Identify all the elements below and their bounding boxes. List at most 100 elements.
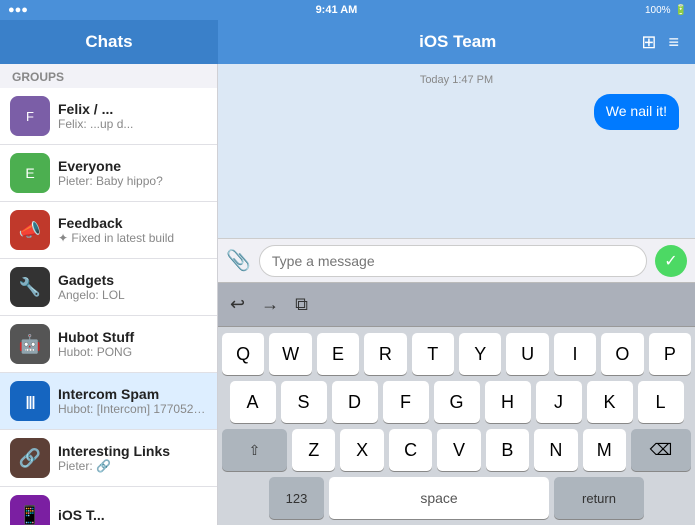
- status-bar: ●●● 9:41 AM 100% 🔋: [0, 0, 695, 20]
- key-x[interactable]: X: [340, 429, 383, 471]
- keyboard: ↩ → ⧉ Q W E R T Y U I: [218, 282, 695, 525]
- wifi-icon: ●●●: [8, 4, 28, 16]
- status-left: ●●●: [8, 4, 28, 16]
- list-item[interactable]: 🔧 Gadgets Angelo: LOL: [0, 259, 217, 316]
- chat-name: Interesting Links: [58, 443, 207, 459]
- key-e[interactable]: E: [317, 333, 359, 375]
- chat-preview: ✦ Fixed in latest build: [58, 231, 207, 245]
- avatar: 🔧: [10, 267, 50, 307]
- send-button[interactable]: ✓: [655, 245, 687, 277]
- chat-info: Felix / ... Felix: ...up d...: [58, 101, 207, 131]
- list-item[interactable]: 📣 Feedback ✦ Fixed in latest build: [0, 202, 217, 259]
- key-u[interactable]: U: [506, 333, 548, 375]
- checkmark-icon: ✓: [664, 251, 677, 271]
- chat-panel: Today 1:47 PM We nail it! 📎 ✓ ↩ →: [218, 64, 695, 525]
- attach-icon[interactable]: 📎: [226, 248, 251, 273]
- status-time: 9:41 AM: [316, 4, 358, 16]
- key-j[interactable]: J: [536, 381, 582, 423]
- key-z[interactable]: Z: [292, 429, 335, 471]
- key-w[interactable]: W: [269, 333, 311, 375]
- key-row-2: A S D F G H J K L: [222, 381, 691, 423]
- key-g[interactable]: G: [434, 381, 480, 423]
- key-b[interactable]: B: [486, 429, 529, 471]
- battery-level: 100%: [645, 5, 671, 16]
- undo-button[interactable]: ↩: [230, 294, 245, 315]
- avatar: 📱: [10, 495, 50, 525]
- avatar: 🤖: [10, 324, 50, 364]
- sidebar-section-header: Groups: [0, 64, 217, 88]
- chat-info: Hubot Stuff Hubot: PONG: [58, 329, 207, 359]
- key-i[interactable]: I: [554, 333, 596, 375]
- chat-name: Hubot Stuff: [58, 329, 207, 345]
- list-icon[interactable]: ≡: [668, 32, 679, 53]
- delete-key[interactable]: ⌫: [631, 429, 691, 471]
- nav-left-panel: Chats: [0, 20, 218, 64]
- chat-info: Feedback ✦ Fixed in latest build: [58, 215, 207, 245]
- key-k[interactable]: K: [587, 381, 633, 423]
- nav-icons: ⊞ ≡: [641, 32, 679, 53]
- chat-info: Gadgets Angelo: LOL: [58, 272, 207, 302]
- key-q[interactable]: Q: [222, 333, 264, 375]
- nav-bar: Chats iOS Team ⊞ ≡: [0, 20, 695, 64]
- chat-preview: Hubot: PONG: [58, 345, 207, 359]
- key-f[interactable]: F: [383, 381, 429, 423]
- chat-info: Interesting Links Pieter: 🔗: [58, 443, 207, 473]
- list-item[interactable]: E Everyone Pieter: Baby hippo?: [0, 145, 217, 202]
- key-l[interactable]: L: [638, 381, 684, 423]
- chat-preview: Pieter: 🔗: [58, 459, 207, 473]
- numbers-key[interactable]: 123: [269, 477, 324, 519]
- paste-button[interactable]: ⧉: [295, 294, 308, 315]
- avatar: 🔗: [10, 438, 50, 478]
- battery-icon: 🔋: [675, 5, 687, 16]
- chat-info: Intercom Spam Hubot: [Intercom] 17705201…: [58, 386, 207, 416]
- chat-title: iOS Team: [274, 32, 641, 52]
- keyboard-toolbar: ↩ → ⧉: [218, 283, 695, 327]
- chat-name: Intercom Spam: [58, 386, 207, 402]
- key-p[interactable]: P: [649, 333, 691, 375]
- chat-preview: Felix: ...up d...: [58, 117, 207, 131]
- key-r[interactable]: R: [364, 333, 406, 375]
- chat-info: Everyone Pieter: Baby hippo?: [58, 158, 207, 188]
- list-item[interactable]: ||| Intercom Spam Hubot: [Intercom] 1770…: [0, 373, 217, 430]
- message-timestamp: Today 1:47 PM: [234, 74, 679, 86]
- chat-name: Felix / ...: [58, 101, 207, 117]
- shift-key[interactable]: ⇧: [222, 429, 287, 471]
- return-key[interactable]: return: [554, 477, 644, 519]
- message-bubble-sent: We nail it!: [594, 94, 679, 130]
- key-a[interactable]: A: [230, 381, 276, 423]
- key-v[interactable]: V: [437, 429, 480, 471]
- space-key[interactable]: space: [329, 477, 549, 519]
- avatar: 📣: [10, 210, 50, 250]
- key-row-1: Q W E R T Y U I O P: [222, 333, 691, 375]
- key-n[interactable]: N: [534, 429, 577, 471]
- chat-name: iOS T...: [58, 507, 207, 523]
- sidebar: Groups F Felix / ... Felix: ...up d... E…: [0, 64, 218, 525]
- chat-preview: Angelo: LOL: [58, 288, 207, 302]
- key-t[interactable]: T: [412, 333, 454, 375]
- key-s[interactable]: S: [281, 381, 327, 423]
- key-row-4: 123 space return: [222, 477, 691, 519]
- content-area: Groups F Felix / ... Felix: ...up d... E…: [0, 64, 695, 525]
- chat-preview: Hubot: [Intercom] 17705201...: [58, 402, 207, 416]
- key-row-3: ⇧ Z X C V B N M ⌫: [222, 429, 691, 471]
- keyboard-rows: Q W E R T Y U I O P A S: [218, 327, 695, 525]
- status-right: 100% 🔋: [645, 5, 687, 16]
- chat-name: Everyone: [58, 158, 207, 174]
- message-input[interactable]: [259, 245, 647, 277]
- list-item[interactable]: 🤖 Hubot Stuff Hubot: PONG: [0, 316, 217, 373]
- list-item[interactable]: F Felix / ... Felix: ...up d...: [0, 88, 217, 145]
- avatar: F: [10, 96, 50, 136]
- message-row: We nail it!: [234, 94, 679, 130]
- key-y[interactable]: Y: [459, 333, 501, 375]
- list-item[interactable]: 📱 iOS T...: [0, 487, 217, 525]
- key-o[interactable]: O: [601, 333, 643, 375]
- list-item[interactable]: 🔗 Interesting Links Pieter: 🔗: [0, 430, 217, 487]
- key-h[interactable]: H: [485, 381, 531, 423]
- redo-button[interactable]: →: [261, 294, 279, 315]
- chat-messages: Today 1:47 PM We nail it!: [218, 64, 695, 238]
- grid-icon[interactable]: ⊞: [641, 32, 656, 53]
- key-d[interactable]: D: [332, 381, 378, 423]
- input-bar: 📎 ✓: [218, 238, 695, 282]
- key-c[interactable]: C: [389, 429, 432, 471]
- key-m[interactable]: M: [583, 429, 626, 471]
